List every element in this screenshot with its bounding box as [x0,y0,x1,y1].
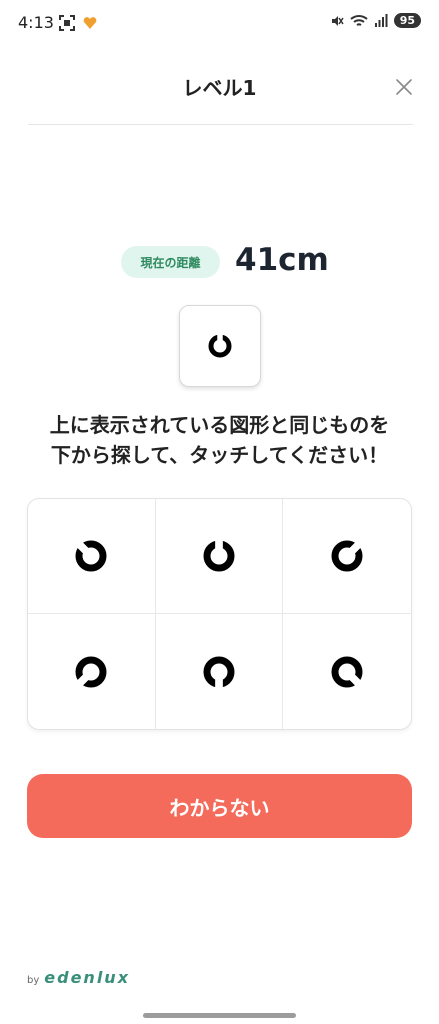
choice-landolt-ring [203,538,235,572]
choice-landolt-ring [75,539,107,572]
home-indicator[interactable] [143,1013,296,1018]
choice-cell-5[interactable] [156,614,284,729]
choice-landolt-ring [331,539,364,572]
header: レベル1 [0,60,439,110]
target-landolt-ring [208,332,232,358]
choice-landolt-ring [331,656,364,688]
header-divider [28,124,413,125]
instruction-text: 上に表示されている図形と同じものを 下から探して、タッチしてください！ [14,410,425,470]
choice-cell-3[interactable] [283,499,411,614]
brand-name: edenlux [44,968,131,987]
wifi-icon [350,14,368,26]
choice-landolt-ring [75,656,107,688]
battery-level: 95 [393,13,421,28]
page-title: レベル1 [182,76,257,100]
signal-icon [374,13,388,27]
brand-logo: by edenlux [27,968,130,987]
distance-row: 現在の距離 41cm [0,240,439,284]
heart-app-icon [83,17,97,29]
instruction-line-1: 上に表示されている図形と同じものを [49,413,390,437]
target-figure-card [179,305,261,387]
choice-cell-2[interactable] [155,499,284,614]
dont-know-button[interactable]: わからない [27,774,412,838]
screenshot-icon [59,15,75,31]
close-icon[interactable] [393,76,415,98]
choice-grid [27,498,412,730]
brand-by: by [27,975,40,986]
ring-gap [215,671,223,690]
instruction-line-2: 下から探して、タッチしてください！ [50,443,389,467]
choice-cell-1[interactable] [28,499,156,614]
distance-value: 41cm [235,242,329,278]
ring-gap [215,538,223,556]
choice-cell-4[interactable] [28,614,156,729]
status-bar: 4:13 95 [0,0,439,48]
ring-gap [217,332,223,346]
choice-landolt-ring [203,656,235,690]
status-time: 4:13 [18,13,54,32]
choice-cell-6[interactable] [283,614,411,729]
mute-icon [331,15,344,26]
distance-label-badge: 現在の距離 [121,246,220,278]
